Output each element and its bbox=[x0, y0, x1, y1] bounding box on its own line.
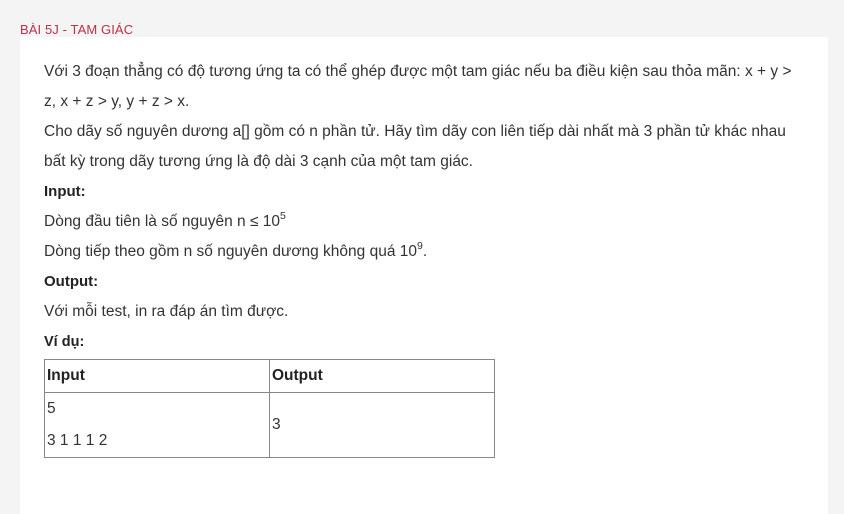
task-description-paragraph: Cho dãy số nguyên dương a[] gồm có n phầ… bbox=[44, 123, 786, 170]
output-heading: Output: bbox=[44, 273, 99, 290]
input-line-2-suffix: . bbox=[422, 243, 428, 260]
problem-content: Với 3 đoạn thẳng có độ tương ứng ta có t… bbox=[44, 57, 804, 458]
input-line-2-text: Dòng tiếp theo gồm n số nguyên dương khô… bbox=[44, 243, 418, 260]
example-table-header-input: Input bbox=[44, 359, 270, 393]
example-input-line: 3 1 1 1 2 bbox=[47, 432, 108, 449]
example-input-cell: 5 3 1 1 1 2 bbox=[44, 392, 270, 458]
example-input-line: 5 bbox=[47, 400, 56, 417]
input-line-1: Dòng đầu tiên là số nguyên n ≤ 105 bbox=[44, 207, 804, 237]
problem-card: Với 3 đoạn thẳng có độ tương ứng ta có t… bbox=[20, 37, 828, 514]
example-table-row: 5 3 1 1 1 2 3 bbox=[44, 392, 495, 458]
output-description: Với mỗi test, in ra đáp án tìm được. bbox=[44, 303, 289, 320]
input-heading: Input: bbox=[44, 183, 86, 200]
problem-title: BÀI 5J - TAM GIÁC bbox=[20, 22, 134, 37]
input-line-2: Dòng tiếp theo gồm n số nguyên dương khô… bbox=[44, 237, 804, 267]
example-table-header-row: Input Output bbox=[44, 359, 495, 393]
example-heading: Ví dụ: bbox=[44, 334, 85, 350]
input-line-1-text: Dòng đầu tiên là số nguyên n ≤ 10 bbox=[44, 213, 281, 230]
example-table: Input Output 5 3 1 1 1 2 3 bbox=[44, 359, 495, 458]
input-line-1-exponent: 5 bbox=[280, 210, 286, 222]
example-output-cell: 3 bbox=[269, 392, 495, 458]
example-table-header-output: Output bbox=[269, 359, 495, 393]
triangle-condition-paragraph: Với 3 đoạn thẳng có độ tương ứng ta có t… bbox=[44, 63, 792, 110]
